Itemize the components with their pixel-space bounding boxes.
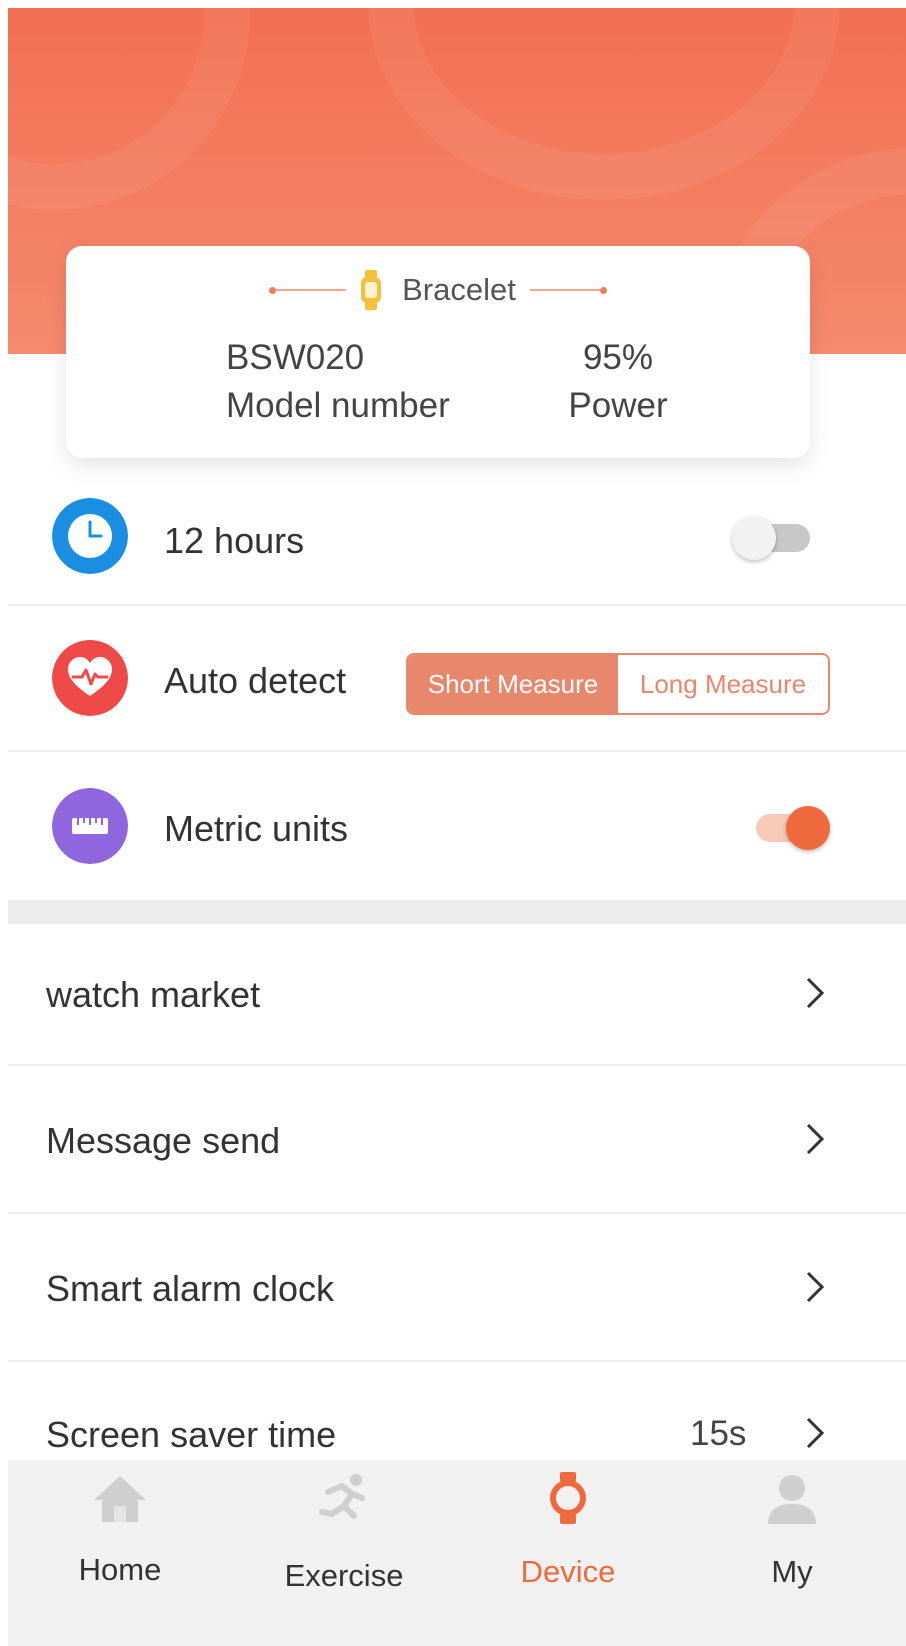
menu-label: Message send <box>46 1120 281 1161</box>
model-number-value: BSW020 <box>226 338 365 377</box>
ruler-icon <box>52 788 128 864</box>
menu-row-screen-saver-time[interactable]: Screen saver time 15s <box>8 1362 906 1460</box>
menu-row-watch-market[interactable]: watch market <box>8 924 906 1064</box>
short-measure-option[interactable]: Short Measure <box>408 655 618 713</box>
nav-item-home[interactable]: Home <box>8 1460 232 1646</box>
setting-label: Metric units <box>164 808 349 849</box>
chevron-right-icon <box>806 1271 825 1303</box>
heart-rate-icon <box>52 640 128 716</box>
model-stat: BSW020 Model number <box>226 334 450 430</box>
power-stat: 95% Power <box>558 334 678 430</box>
chevron-right-icon <box>806 1417 825 1449</box>
setting-row-12-hours: 12 hours <box>8 486 906 606</box>
chevron-right-icon <box>806 977 825 1009</box>
running-icon <box>319 1474 365 1519</box>
menu-row-message-send[interactable]: Message send <box>8 1066 906 1212</box>
nav-item-my[interactable]: My <box>680 1460 904 1646</box>
bottom-navigation: Home Exercise Device My <box>8 1460 906 1646</box>
nav-label: My <box>771 1554 813 1589</box>
menu-label: Smart alarm clock <box>46 1268 335 1309</box>
menu-label: Screen saver time <box>46 1414 337 1455</box>
device-card[interactable]: Bracelet BSW020 Model number 95% Power <box>66 246 810 458</box>
setting-row-metric-units: Metric units <box>8 752 906 900</box>
device-card-header: Bracelet <box>66 268 810 312</box>
nav-label: Exercise <box>284 1558 404 1593</box>
left-decoration <box>269 286 347 294</box>
menu-row-smart-alarm-clock[interactable]: Smart alarm clock <box>8 1214 906 1360</box>
device-type-label: Bracelet <box>402 272 516 307</box>
chevron-right-icon <box>806 1123 825 1155</box>
12-hours-toggle[interactable] <box>732 516 814 560</box>
right-decoration <box>529 286 607 294</box>
watch-icon <box>361 270 382 310</box>
user-icon <box>768 1475 816 1524</box>
clock-icon <box>52 498 128 574</box>
device-screen: Bracelet BSW020 Model number 95% Power 1… <box>8 8 906 1646</box>
home-icon <box>94 1476 146 1522</box>
long-measure-option[interactable]: Long Measure <box>618 655 828 713</box>
screen-saver-value: 15s <box>690 1414 747 1453</box>
setting-label: Auto detect <box>164 660 347 701</box>
nav-item-device[interactable]: Device <box>456 1460 680 1646</box>
setting-label: 12 hours <box>164 520 305 561</box>
section-separator <box>8 900 906 924</box>
menu-label: watch market <box>46 974 261 1015</box>
metric-units-toggle[interactable] <box>748 806 830 850</box>
measure-mode-segmented-control: Short Measure Long Measure <box>406 653 830 715</box>
power-label: Power <box>568 386 668 425</box>
watch-icon <box>550 1472 586 1524</box>
nav-label: Device <box>520 1554 616 1589</box>
power-value: 95% <box>582 338 654 377</box>
nav-item-exercise[interactable]: Exercise <box>232 1460 456 1646</box>
nav-label: Home <box>78 1552 162 1587</box>
model-number-label: Model number <box>226 386 450 425</box>
